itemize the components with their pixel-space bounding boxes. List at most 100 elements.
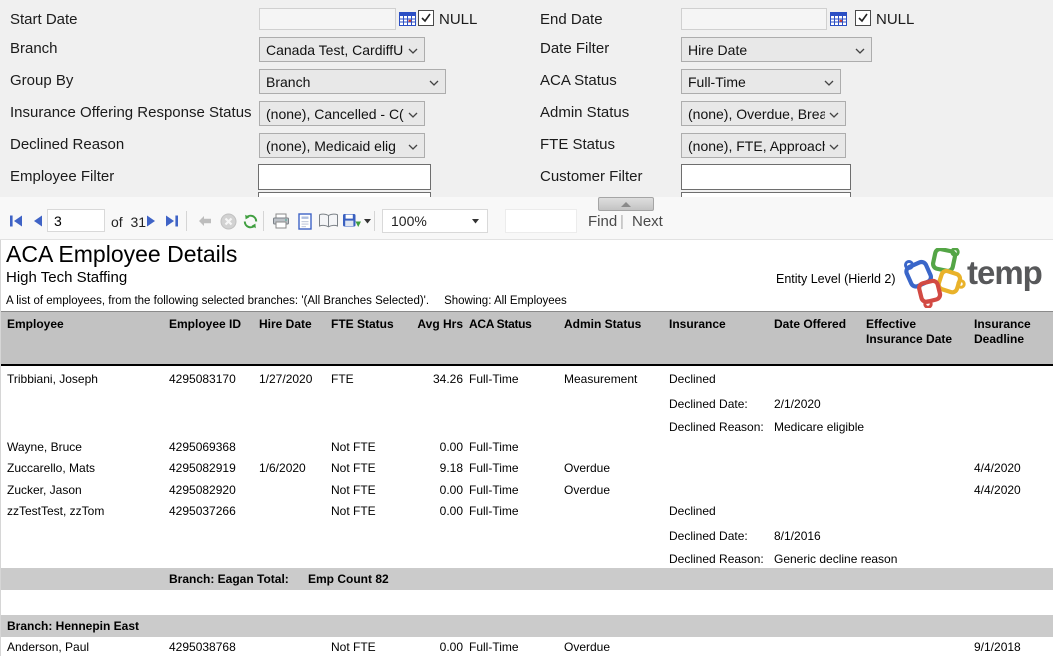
group-by-select[interactable]: Branch: [259, 69, 446, 94]
last-page-button[interactable]: [160, 210, 182, 232]
cell-employee: Wayne, Bruce: [7, 440, 82, 454]
param-row-group-by: Group By Branch ACA Status Full-Time: [0, 69, 1053, 95]
cell-fte-status: Not FTE: [331, 504, 376, 518]
report-toolbar: of 31: [0, 197, 1053, 240]
dropdown-caret-icon: [363, 218, 371, 223]
declined-date-label: Declined Date:: [669, 397, 748, 411]
end-date-null-label: NULL: [876, 11, 915, 28]
chevron-down-icon: [824, 73, 834, 91]
logo-icon: [904, 246, 966, 309]
cell-employee: Anderson, Paul: [7, 640, 90, 654]
declined-reason-value: Medicare eligible: [774, 420, 865, 434]
cell-fte-status: Not FTE: [331, 640, 376, 654]
fte-status-select[interactable]: (none), FTE, Approach: [681, 133, 846, 158]
table-row: Zuccarello, Mats 4295082919 1/6/2020 Not…: [1, 461, 1053, 482]
last-page-icon: [165, 215, 178, 227]
param-row-declined-reason: Declined Reason (none), Medicaid elig FT…: [0, 133, 1053, 159]
insurance-offering-select[interactable]: (none), Cancelled - C(: [259, 101, 425, 126]
customer-filter-label: Customer Filter: [540, 168, 643, 185]
col-header-employee-id: Employee ID: [169, 317, 242, 331]
cell-fte-status: Not FTE: [331, 440, 376, 454]
end-date-calendar-icon[interactable]: [830, 11, 847, 26]
toolbar-separator: [263, 211, 264, 231]
declined-reason-select[interactable]: (none), Medicaid elig: [259, 133, 425, 158]
table-row: zzTestTest, zzTom 4295037266 Not FTE 0.0…: [1, 504, 1053, 525]
cell-employee: zzTestTest, zzTom: [7, 504, 105, 518]
chevron-down-icon: [408, 105, 418, 123]
chevron-down-icon: [429, 73, 439, 91]
chevron-down-icon: [829, 105, 839, 123]
find-text-input[interactable]: [505, 209, 577, 233]
cell-hire-date: 1/27/2020: [259, 372, 313, 386]
next-page-button[interactable]: [140, 210, 162, 232]
logo-wordmark: temp: [967, 254, 1043, 291]
cell-employee: Tribbiani, Joseph: [7, 372, 98, 386]
fte-status-label: FTE Status: [540, 136, 616, 153]
employee-filter-label: Employee Filter: [10, 168, 115, 185]
chevron-down-icon: [408, 137, 418, 155]
report-subtitle: High Tech Staffing: [6, 269, 128, 286]
print-button[interactable]: [270, 210, 292, 232]
cell-aca-status: Full-Time: [469, 640, 519, 654]
page-setup-icon: [318, 213, 338, 228]
next-link[interactable]: Next: [632, 213, 663, 230]
cell-employee-id: 4295038768: [169, 640, 236, 654]
end-date-label: End Date: [540, 11, 603, 28]
table-header: Employee Employee ID Hire Date FTE Statu…: [1, 311, 1053, 366]
table-subrow: Declined Reason: Medicare eligible: [1, 420, 1053, 441]
toolbar-separator: [186, 211, 187, 231]
aca-status-label: ACA Status: [540, 72, 617, 89]
current-page-input[interactable]: [47, 209, 105, 232]
group-total-band: Branch: Eagan Total: Emp Count 82: [1, 568, 1053, 590]
date-filter-select[interactable]: Hire Date: [681, 37, 872, 62]
export-button[interactable]: [341, 210, 371, 232]
branch-label: Branch: [10, 40, 58, 57]
back-button[interactable]: [194, 210, 216, 232]
branch-select[interactable]: Canada Test, CardiffU: [259, 37, 425, 62]
first-page-button[interactable]: [5, 210, 27, 232]
declined-reason-value: Generic decline reason: [774, 552, 898, 566]
group-total-value: Emp Count 82: [308, 572, 389, 586]
table-row: Wayne, Bruce 4295069368 Not FTE 0.00 Ful…: [1, 440, 1053, 461]
col-header-effective-insurance-date: Effective Insurance Date: [866, 317, 953, 346]
page-setup-button[interactable]: [317, 210, 339, 232]
print-layout-button[interactable]: [294, 210, 316, 232]
dropdown-caret-icon: [472, 218, 479, 223]
insurance-offering-label: Insurance Offering Response Status: [10, 104, 252, 121]
entity-level-text: Entity Level (Hierld 2): [776, 272, 896, 286]
cell-fte-status: FTE: [331, 372, 354, 386]
col-header-fte-status: FTE Status: [331, 317, 394, 331]
group-header-label: Branch: Hennepin East: [7, 619, 140, 633]
end-date-null-checkbox[interactable]: [855, 10, 871, 26]
first-page-icon: [9, 215, 22, 227]
back-arrow-icon: [199, 216, 211, 226]
param-row-insurance-offering: Insurance Offering Response Status (none…: [0, 101, 1053, 127]
cell-avg-hrs: 0.00: [439, 640, 463, 654]
stop-button[interactable]: [217, 210, 239, 232]
zoom-select[interactable]: 100%: [382, 209, 488, 233]
cell-employee: Zuccarello, Mats: [7, 461, 96, 475]
previous-page-button[interactable]: [26, 210, 48, 232]
table-subrow: Declined Date: 8/1/2016: [1, 529, 1053, 550]
employee-filter-input[interactable]: [258, 164, 431, 190]
cell-employee-id: 4295082920: [169, 483, 236, 497]
admin-status-select[interactable]: (none), Overdue, Brea: [681, 101, 846, 126]
aca-status-select[interactable]: Full-Time: [681, 69, 841, 94]
declined-reason-label: Declined Reason:: [669, 420, 764, 434]
cell-avg-hrs: 9.18: [439, 461, 463, 475]
parameter-panel: Start Date NULL End Date NULL Branch Can…: [0, 0, 1053, 197]
customer-filter-input[interactable]: [681, 164, 851, 190]
refresh-icon: [243, 214, 257, 228]
cell-employee-id: 4295083170: [169, 372, 236, 386]
cell-avg-hrs: 0.00: [439, 483, 463, 497]
refresh-button[interactable]: [239, 210, 261, 232]
declined-reason-label: Declined Reason: [10, 136, 125, 153]
save-export-icon: [342, 214, 361, 227]
print-layout-icon: [298, 212, 312, 230]
end-date-input[interactable]: [681, 8, 827, 30]
cell-fte-status: Not FTE: [331, 483, 376, 497]
collapse-parameters-handle[interactable]: [598, 197, 654, 211]
company-logo: [904, 246, 966, 313]
cell-aca-status: Full-Time: [469, 504, 519, 518]
find-link[interactable]: Find: [588, 213, 617, 230]
